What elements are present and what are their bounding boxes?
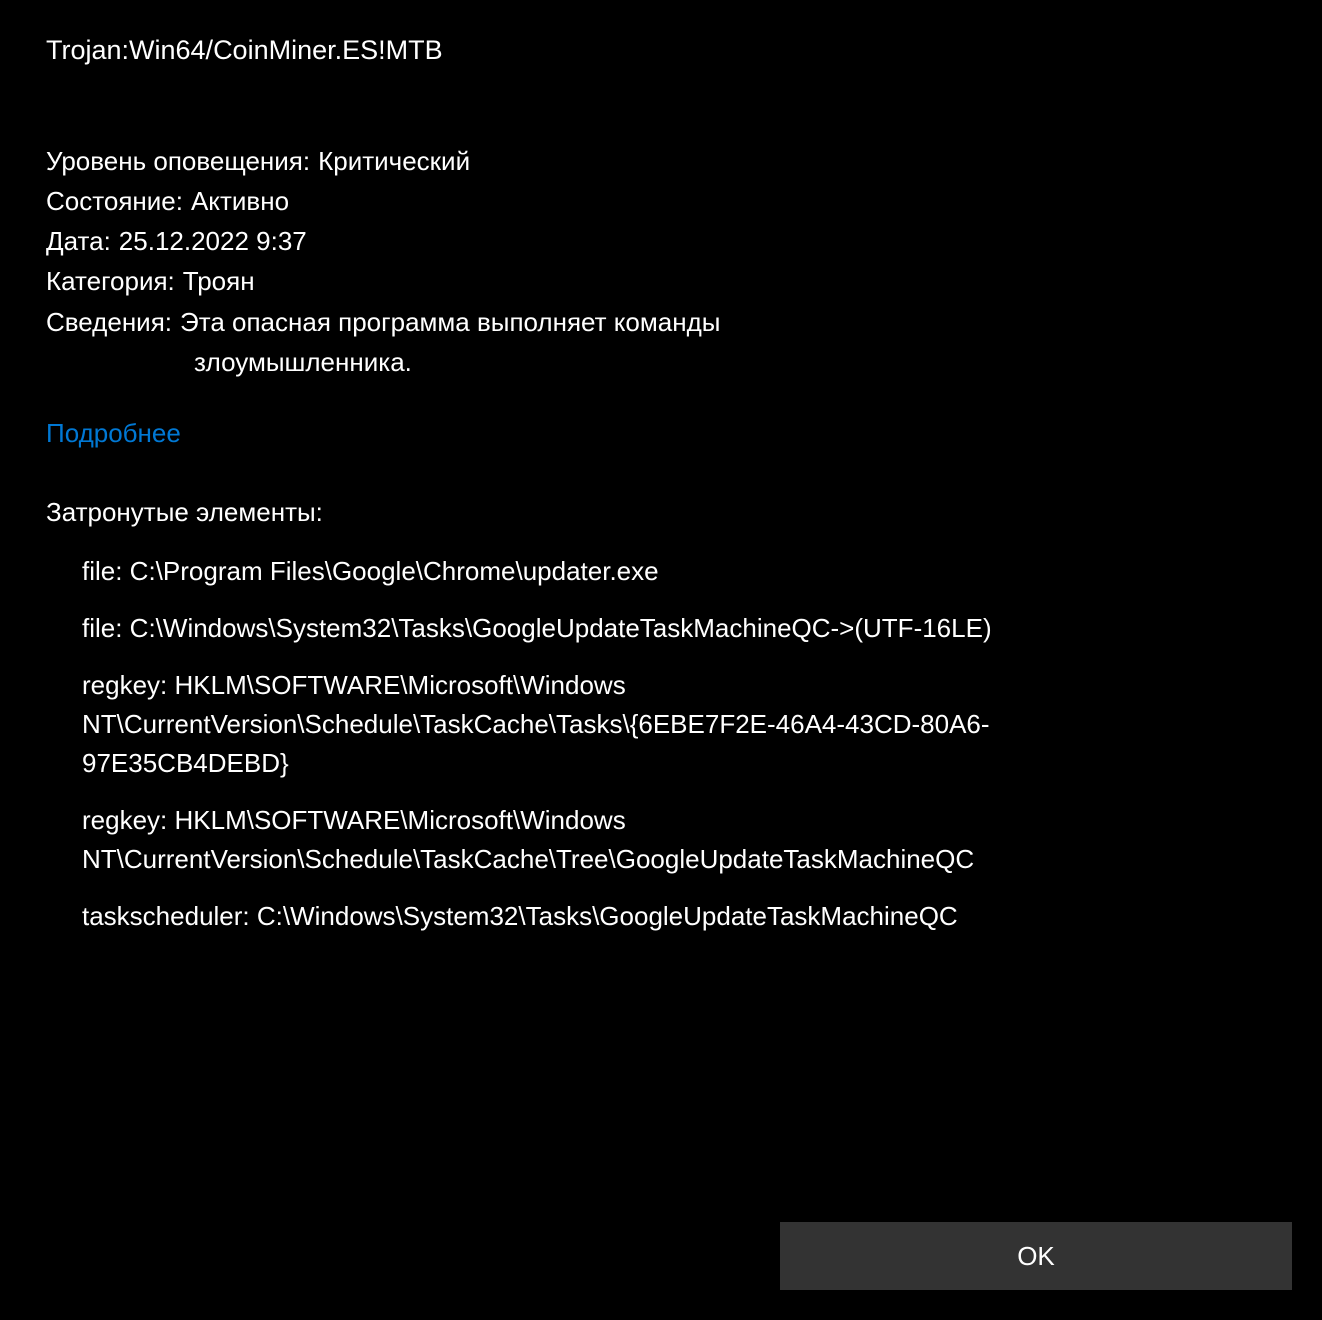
alert-level-row: Уровень оповещения: Критический [46, 141, 1276, 181]
info-row: Сведения: Эта опасная программа выполняе… [46, 302, 1276, 342]
date-row: Дата: 25.12.2022 9:37 [46, 221, 1276, 261]
info-label: Сведения: [46, 302, 172, 342]
date-label: Дата: [46, 221, 111, 261]
status-label: Состояние: [46, 181, 183, 221]
affected-item: regkey: HKLM\SOFTWARE\Microsoft\Windows … [82, 666, 1042, 783]
alert-level-value: Критический [318, 141, 470, 181]
status-row: Состояние: Активно [46, 181, 1276, 221]
threat-details: Уровень оповещения: Критический Состояни… [46, 141, 1276, 383]
info-value-line1: Эта опасная программа выполняет команды [180, 302, 720, 342]
threat-name: Trojan:Win64/CoinMiner.ES!MTB [46, 30, 1276, 71]
affected-item: taskscheduler: C:\Windows\System32\Tasks… [82, 897, 1042, 936]
category-value: Троян [183, 261, 255, 301]
affected-items-header: Затронутые элементы: [46, 493, 1276, 532]
ok-button[interactable]: OK [780, 1222, 1292, 1290]
more-details-link[interactable]: Подробнее [46, 414, 181, 453]
affected-items-list: file: C:\Program Files\Google\Chrome\upd… [46, 552, 1276, 936]
category-label: Категория: [46, 261, 175, 301]
affected-item: file: C:\Windows\System32\Tasks\GoogleUp… [82, 609, 1042, 648]
affected-item: file: C:\Program Files\Google\Chrome\upd… [82, 552, 1042, 591]
date-value: 25.12.2022 9:37 [119, 221, 307, 261]
alert-level-label: Уровень оповещения: [46, 141, 310, 181]
info-value-line2: злоумышленника. [46, 342, 1276, 382]
status-value: Активно [191, 181, 289, 221]
affected-item: regkey: HKLM\SOFTWARE\Microsoft\Windows … [82, 801, 1042, 879]
category-row: Категория: Троян [46, 261, 1276, 301]
